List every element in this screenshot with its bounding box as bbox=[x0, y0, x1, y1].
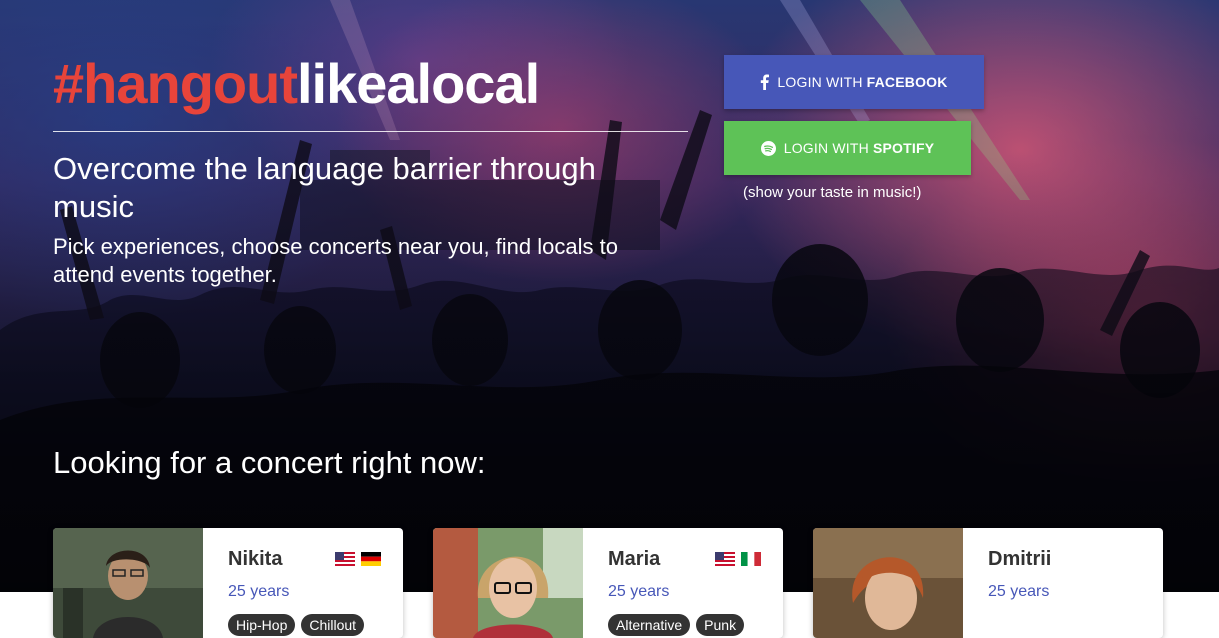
genre-tags: Alternative Punk bbox=[608, 614, 745, 636]
person-card[interactable]: Nikita 25 years Hip-Hop Chillout bbox=[53, 528, 403, 638]
spotify-icon bbox=[760, 140, 776, 156]
spotify-note: (show your taste in music!) bbox=[743, 184, 922, 201]
hero-description: Pick experiences, choose concerts near y… bbox=[53, 234, 618, 287]
login-facebook-button[interactable]: LOGIN WITH FACEBOOK bbox=[724, 55, 984, 109]
genre-tags: Hip-Hop Chillout bbox=[228, 614, 365, 636]
headline-divider bbox=[53, 131, 688, 132]
us-flag-icon bbox=[335, 552, 355, 566]
section-title: Looking for a concert right now: bbox=[53, 445, 486, 480]
facebook-icon bbox=[760, 74, 770, 90]
person-age: 25 years bbox=[228, 583, 290, 600]
genre-tag: Punk bbox=[696, 614, 745, 636]
de-flag-icon bbox=[361, 552, 381, 566]
person-name: Maria bbox=[608, 548, 661, 570]
headline-accent: #hangout bbox=[53, 52, 298, 115]
person-photo bbox=[433, 528, 583, 638]
person-name: Nikita bbox=[228, 548, 283, 570]
person-age: 25 years bbox=[608, 583, 670, 600]
person-photo bbox=[53, 528, 203, 638]
person-name: Dmitrii bbox=[988, 548, 1052, 570]
spotify-label-brand: SPOTIFY bbox=[872, 140, 935, 156]
person-card[interactable]: Maria 25 years Alternative Punk bbox=[433, 528, 783, 638]
genre-tag: Hip-Hop bbox=[228, 614, 296, 636]
person-age: 25 years bbox=[988, 583, 1050, 600]
headline-plain: likealocal bbox=[296, 52, 540, 115]
spotify-label-prefix: LOGIN WITH bbox=[783, 140, 869, 156]
person-card[interactable]: Dmitrii 25 years bbox=[813, 528, 1163, 638]
language-flags bbox=[335, 552, 381, 566]
genre-tag: Chillout bbox=[301, 614, 365, 636]
person-photo bbox=[813, 528, 963, 638]
us-flag-icon bbox=[715, 552, 735, 566]
facebook-label-prefix: LOGIN WITH bbox=[777, 74, 863, 90]
hero-headline: #hangoutlikealocal bbox=[53, 52, 540, 116]
language-flags bbox=[715, 552, 761, 566]
genre-tag: Alternative bbox=[608, 614, 691, 636]
login-spotify-button[interactable]: LOGIN WITH SPOTIFY bbox=[724, 121, 971, 175]
facebook-label-brand: FACEBOOK bbox=[866, 74, 948, 90]
hero-subtitle: Overcome the language barrier through mu… bbox=[53, 151, 596, 224]
it-flag-icon bbox=[741, 552, 761, 566]
